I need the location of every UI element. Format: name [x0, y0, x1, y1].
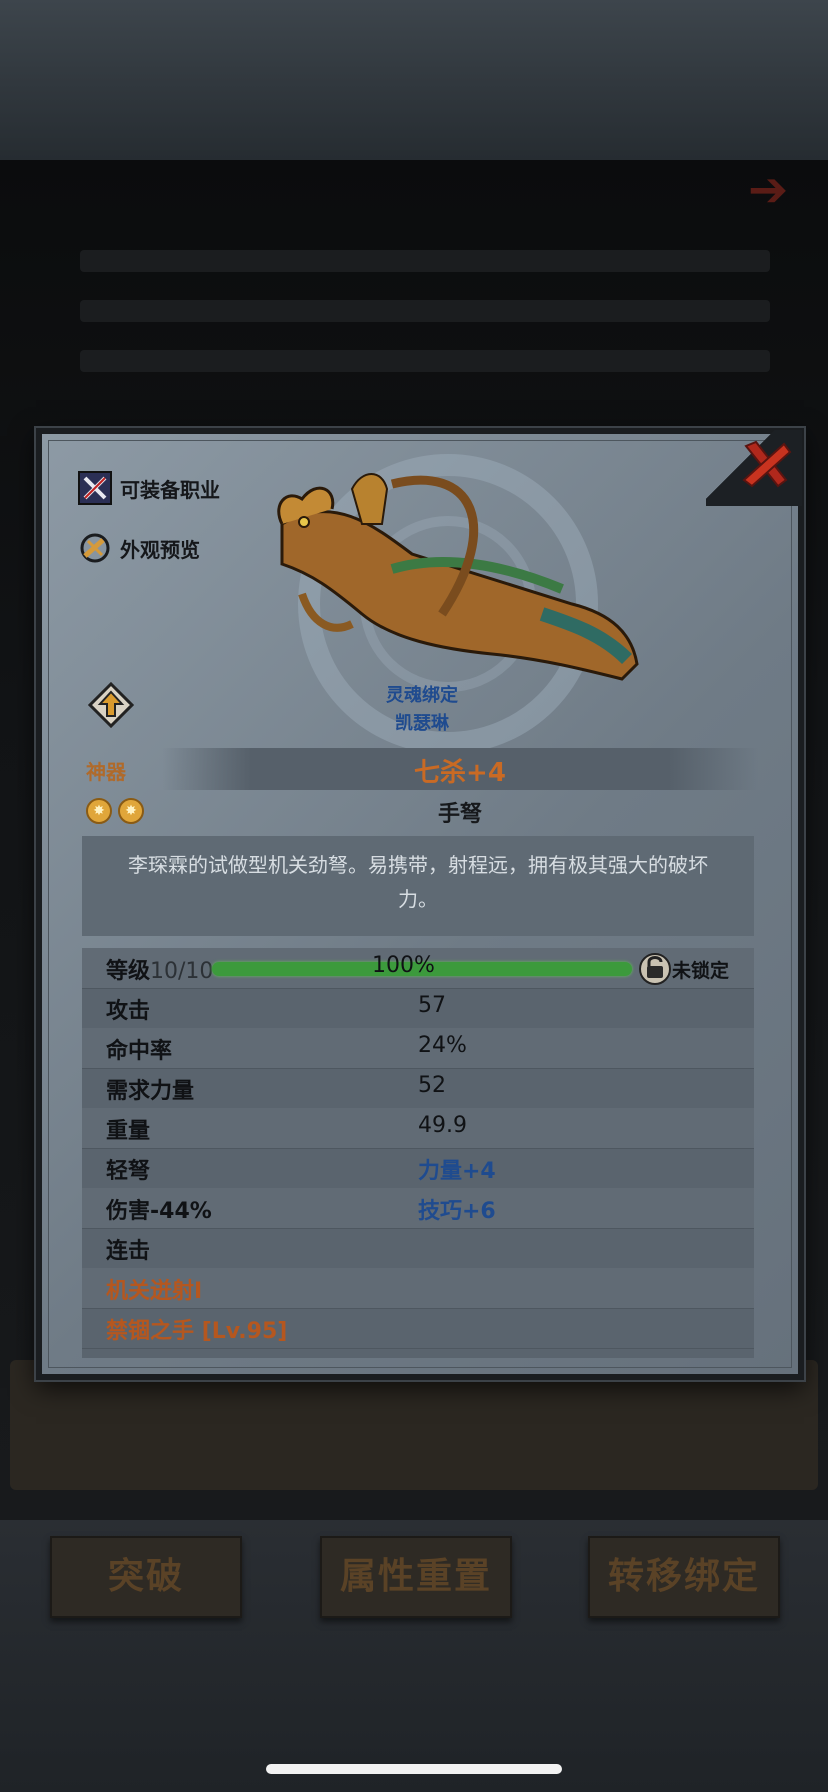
stat-bonus: 力量+4: [418, 1159, 496, 1184]
item-detail-modal: 可装备职业 外观预览 灵魂绑定 凯瑟琳 神器 七杀+4 ✸ ✸ 手弩 李琛霖的试…: [36, 428, 804, 1380]
stat-label: 伤害-44%: [106, 1199, 212, 1224]
skill-level: [Lv.95]: [201, 1319, 288, 1344]
stat-label: 命中率: [106, 1039, 173, 1064]
star-icon: ✸: [118, 798, 144, 824]
hanger-icon: [78, 531, 112, 565]
stat-row: 轻弩 力量+4: [82, 1148, 754, 1189]
stat-row: 伤害-44% 技巧+6: [82, 1188, 754, 1229]
soul-bind-status: 灵魂绑定: [386, 685, 458, 706]
home-indicator[interactable]: [266, 1764, 562, 1774]
stat-row: 重量 49.9: [82, 1108, 754, 1149]
upgrade-button[interactable]: [87, 681, 135, 732]
level-percent: 100%: [372, 953, 435, 978]
background-top: [0, 0, 828, 160]
close-button[interactable]: [706, 430, 802, 506]
skill-row: 禁锢之手 [Lv.95]: [82, 1308, 754, 1349]
star-rating: ✸ ✸: [86, 798, 144, 824]
stat-label: 轻弩: [106, 1159, 151, 1184]
stat-label: 重量: [106, 1119, 151, 1144]
stat-value: 57: [418, 993, 446, 1018]
crossed-weapons-icon: [78, 471, 112, 505]
dragon-crossbow-image: [277, 473, 639, 681]
item-type: 手弩: [437, 802, 482, 827]
stat-value: 24%: [418, 1033, 467, 1058]
item-description: 李琛霖的试做型机关劲弩。易携带，射程远，拥有极其强大的破坏力。: [82, 836, 754, 936]
item-name: 七杀+4: [414, 758, 506, 788]
stat-value: 52: [418, 1073, 446, 1098]
dimmed-row: [80, 350, 770, 372]
skill-row: 机关迸射I: [82, 1268, 754, 1309]
stat-row: 攻击 57: [82, 988, 754, 1029]
close-icon: [742, 440, 792, 488]
transfer-binding-button[interactable]: 转移绑定: [588, 1536, 780, 1618]
stat-label: 需求力量: [106, 1079, 195, 1104]
level-value: 10/10: [150, 959, 214, 984]
reset-attributes-button[interactable]: 属性重置: [320, 1536, 512, 1618]
skill-combo: 连击: [106, 1239, 151, 1264]
level-row: 等级10/10 100% 未锁定: [82, 948, 754, 989]
dimmed-row: [80, 250, 770, 272]
dimmed-row: [80, 300, 770, 322]
stats-table: 等级10/10 100% 未锁定 攻击 57 命中率 24% 需求力量 52 重…: [82, 948, 754, 1358]
appearance-preview-label: 外观预览: [120, 537, 200, 562]
back-arrow-icon: ➔: [748, 162, 789, 218]
equip-class-label: 可装备职业: [120, 477, 220, 502]
star-icon: ✸: [86, 798, 112, 824]
stat-row: 命中率 24%: [82, 1028, 754, 1069]
skill-mech-shot: 机关迸射I: [106, 1279, 203, 1304]
breakthrough-button[interactable]: 突破: [50, 1536, 242, 1618]
soul-bind-owner: 凯瑟琳: [395, 713, 449, 734]
stat-bonus: 技巧+6: [418, 1199, 496, 1224]
lock-status: 未锁定: [672, 960, 730, 982]
skill-forbidden-hand: 禁锢之手 [Lv.95]: [106, 1319, 288, 1344]
stat-row: 需求力量 52: [82, 1068, 754, 1109]
level-label: 等级10/10: [106, 959, 214, 984]
rarity-label: 神器: [86, 760, 126, 784]
stat-label: 攻击: [106, 999, 151, 1024]
lock-icon[interactable]: [638, 950, 672, 986]
upgrade-arrow-icon: [87, 681, 135, 729]
soul-bind-info: 灵魂绑定 凯瑟琳: [332, 682, 512, 738]
stat-value: 49.9: [418, 1113, 467, 1138]
equip-class-button[interactable]: 可装备职业: [78, 468, 220, 508]
appearance-preview-button[interactable]: 外观预览: [78, 528, 200, 568]
skill-row: 连击: [82, 1228, 754, 1269]
